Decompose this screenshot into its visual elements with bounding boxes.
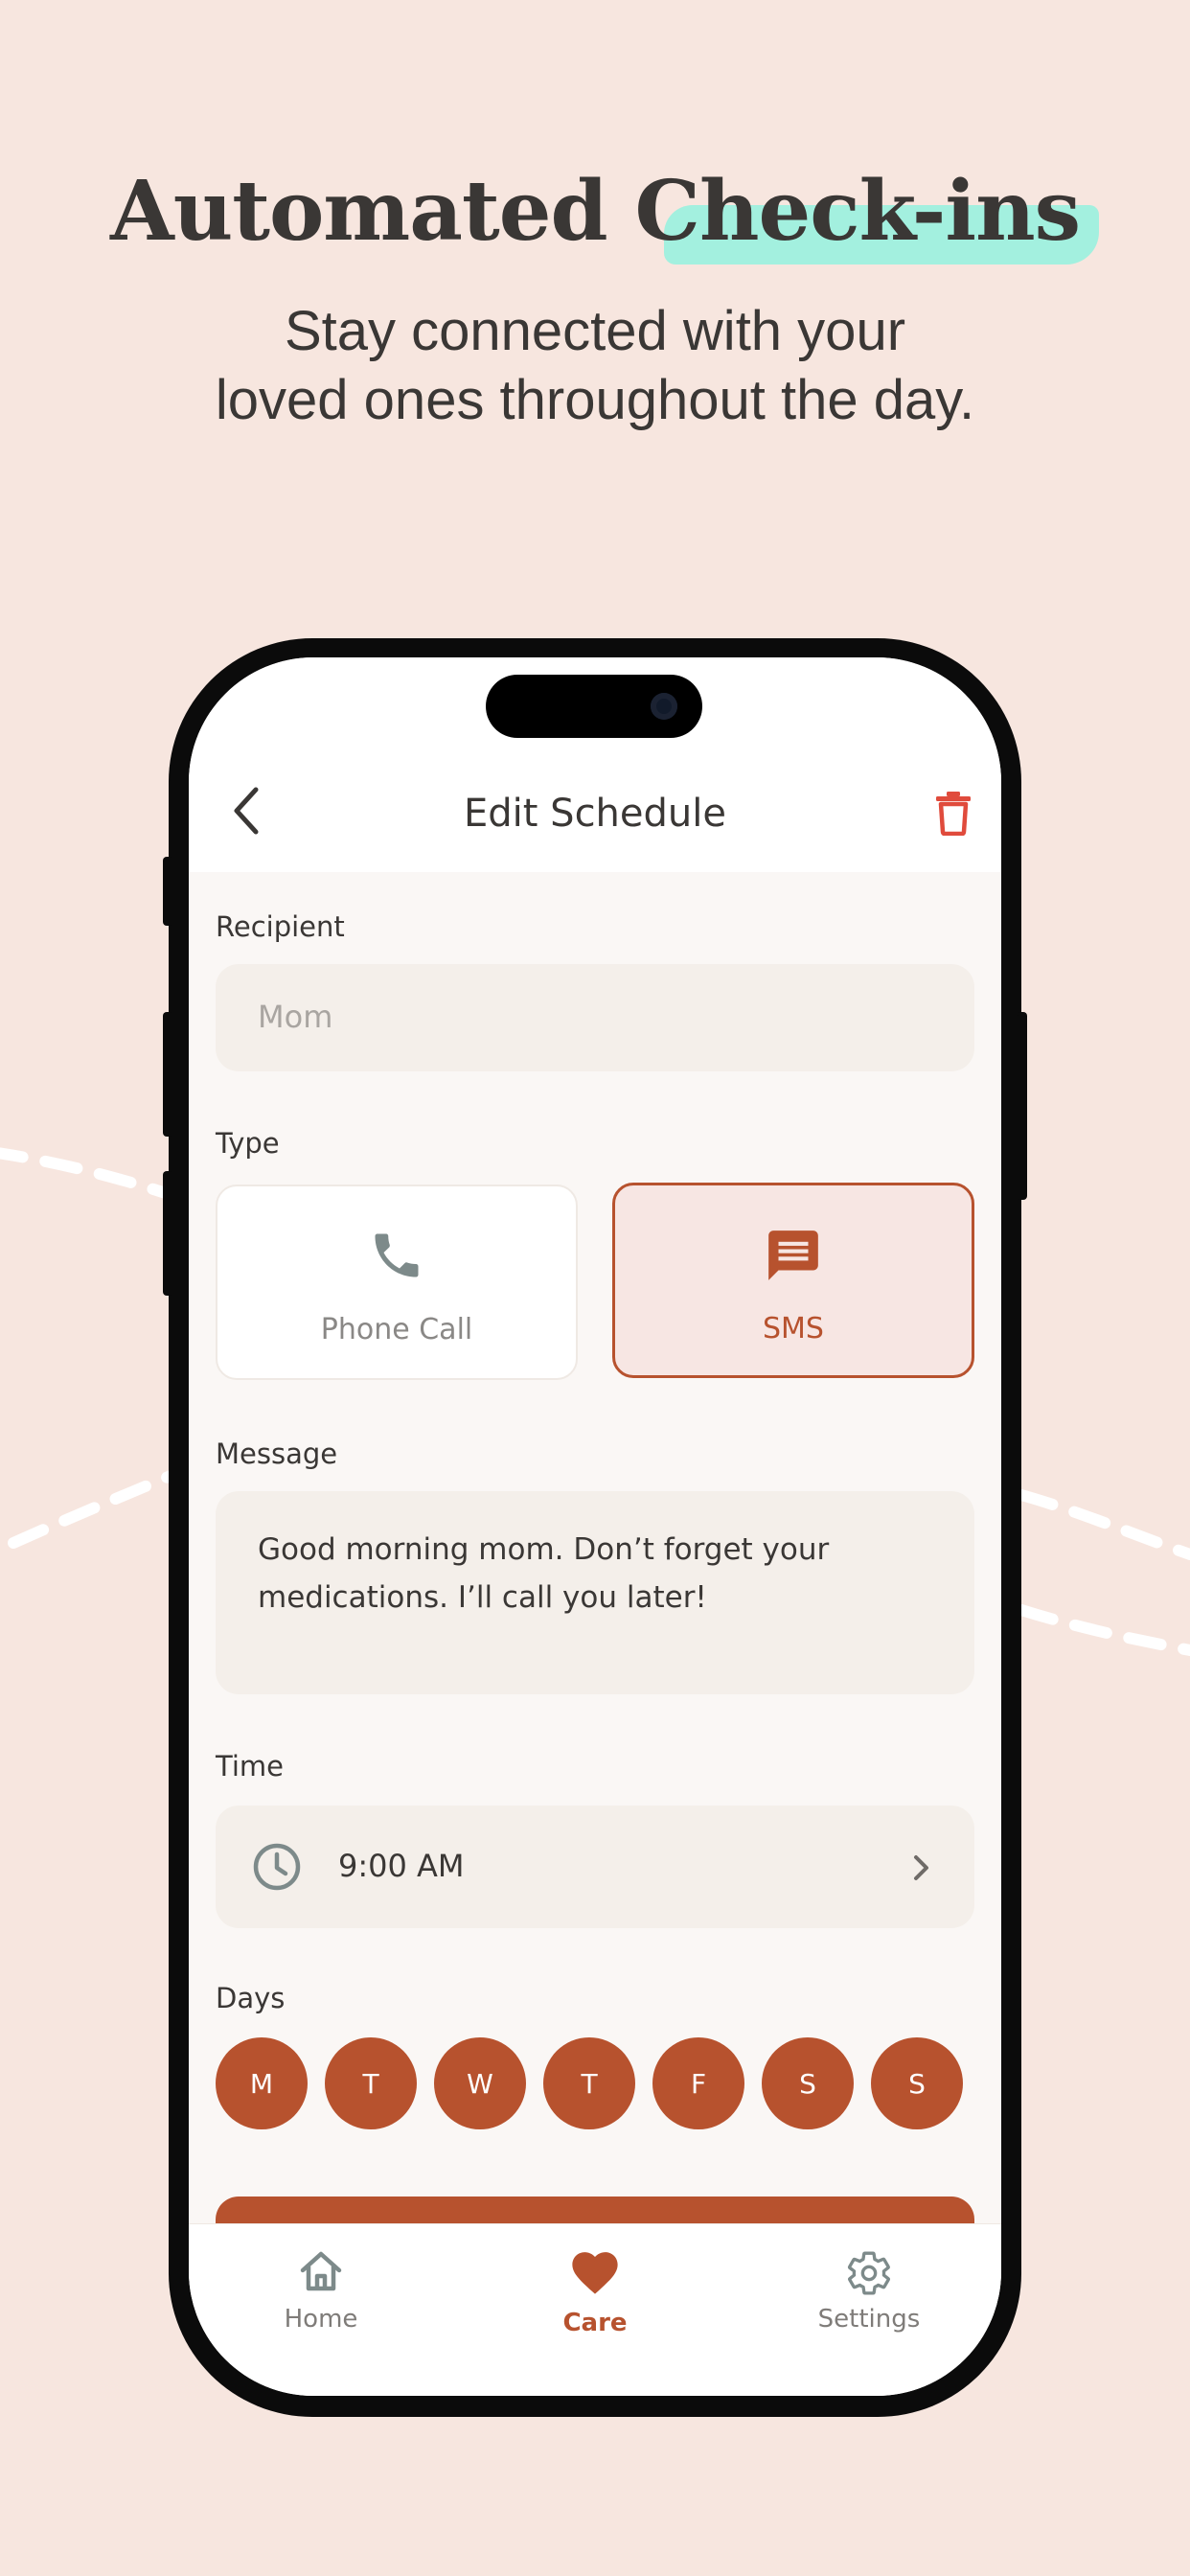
nav-item-care[interactable]: Care [499, 2224, 691, 2339]
recipient-input[interactable]: Mom [216, 964, 974, 1071]
day-toggle-saturday[interactable]: S [762, 2037, 854, 2129]
nav-item-settings[interactable]: Settings [773, 2224, 965, 2339]
hero-title-text: Automated [109, 163, 635, 260]
time-picker[interactable]: 9:00 AM [216, 1806, 974, 1928]
hero-subtitle-line: Stay connected with your [284, 300, 906, 362]
nav-item-label: Home [284, 2305, 358, 2334]
type-option-phone-call[interactable]: Phone Call [216, 1184, 578, 1380]
time-value: 9:00 AM [338, 1848, 465, 1884]
day-toggle-monday[interactable]: M [216, 2037, 308, 2129]
type-option-label: SMS [763, 1312, 824, 1346]
time-label: Time [216, 1750, 284, 1782]
hero-subtitle-line: loved ones throughout the day. [215, 369, 975, 431]
delete-button[interactable] [928, 786, 978, 840]
phone-side-button [163, 1171, 172, 1296]
day-toggle-tuesday[interactable]: T [325, 2037, 417, 2129]
type-option-label: Phone Call [320, 1313, 473, 1346]
top-bar: Edit Schedule [189, 657, 1001, 872]
day-toggle-friday[interactable]: F [652, 2037, 744, 2129]
trash-icon [936, 792, 971, 836]
days-selector: M T W T F S S [216, 2037, 974, 2129]
phone-side-button [1018, 1012, 1027, 1200]
phone-icon [368, 1227, 425, 1288]
phone-side-button [163, 857, 172, 926]
dynamic-island [486, 675, 702, 738]
phone-side-button [163, 1012, 172, 1137]
camera-icon [651, 693, 677, 720]
chevron-right-icon [911, 1853, 930, 1886]
type-label: Type [216, 1127, 280, 1160]
hero-subtitle: Stay connected with your loved ones thro… [0, 297, 1190, 435]
hero-title-highlight: Check-ins [634, 163, 1100, 264]
type-option-sms[interactable]: SMS [612, 1183, 974, 1378]
heart-icon [567, 2245, 623, 2299]
day-toggle-wednesday[interactable]: W [434, 2037, 526, 2129]
recipient-placeholder: Mom [258, 999, 333, 1035]
message-label: Message [216, 1438, 338, 1470]
nav-item-label: Settings [817, 2305, 921, 2334]
bottom-nav: Home Care Settings [189, 2223, 1001, 2396]
gear-icon [845, 2249, 893, 2301]
nav-item-label: Care [562, 2309, 628, 2337]
message-input[interactable]: Good morning mom. Don’t forget your medi… [216, 1491, 974, 1694]
phone-screen: Edit Schedule Recipient Mom Type Phone C… [189, 657, 1001, 2396]
message-text: Good morning mom. Don’t forget your medi… [258, 1532, 830, 1615]
day-toggle-sunday[interactable]: S [871, 2037, 963, 2129]
message-icon [764, 1226, 823, 1289]
recipient-label: Recipient [216, 910, 345, 943]
screen-title: Edit Schedule [464, 792, 726, 836]
home-icon [298, 2249, 344, 2297]
clock-icon [252, 1842, 302, 1896]
nav-item-home[interactable]: Home [225, 2224, 417, 2339]
day-toggle-thursday[interactable]: T [543, 2037, 635, 2129]
days-label: Days [216, 1982, 286, 2014]
hero-title: Automated Check-ins [0, 163, 1190, 264]
